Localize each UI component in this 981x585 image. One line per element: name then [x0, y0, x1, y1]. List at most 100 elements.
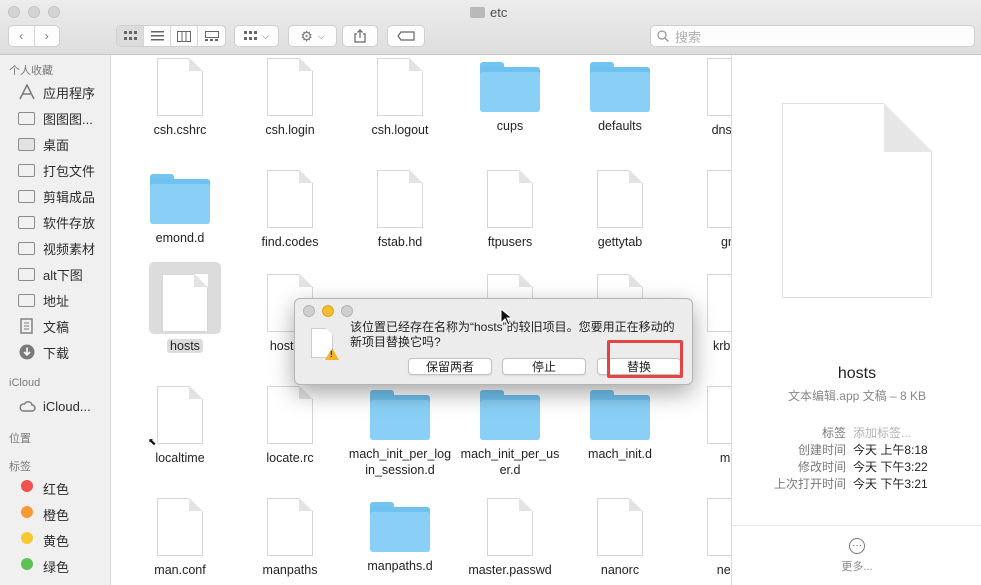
chevron-right-icon: › [44, 29, 49, 43]
sidebar: 个人收藏 应用程序 图图图... 桌面 打包文件 剪辑成品 软件存放 视频素材 [0, 55, 111, 585]
tag-icon [397, 31, 415, 41]
document-icon [707, 170, 731, 228]
dialog-zoom-button[interactable] [341, 305, 353, 317]
folder-item[interactable]: manpaths.d [345, 498, 455, 574]
sidebar-item-folder[interactable]: 剪辑成品 [18, 185, 95, 207]
file-item[interactable]: man.conf [125, 498, 235, 578]
document-icon [267, 58, 313, 116]
file-item[interactable]: fstab.hd [345, 170, 455, 250]
icon-view-icon [123, 31, 137, 40]
window-title: etc [470, 3, 507, 21]
applications-icon [18, 83, 36, 100]
downloads-icon [18, 344, 36, 360]
toolbar: etc ‹ › ⌵ ⚙ ⌵ 搜索 [0, 0, 981, 55]
sidebar-tag-yellow[interactable]: 黄色 [18, 529, 69, 551]
stop-button[interactable]: 停止 [502, 358, 586, 375]
folder-item[interactable]: mach_init_per_login_session.d [345, 386, 455, 478]
folder-item[interactable]: mach_init_per_user.d [455, 386, 565, 478]
column-view-icon [177, 30, 191, 42]
chevron-left-icon: ‹ [19, 29, 24, 43]
document-icon [267, 386, 313, 444]
red-tag-dot-icon [18, 480, 36, 496]
preview-file-kind: 文本编辑.app 文稿 – 8 KB [787, 389, 927, 403]
folder-item[interactable]: defaults [565, 58, 675, 134]
file-item[interactable]: csh.login [235, 58, 345, 138]
sidebar-tag-red[interactable]: 红色 [18, 477, 69, 499]
document-icon [487, 170, 533, 228]
folder-icon [370, 502, 430, 552]
sidebar-item-folder[interactable]: 软件存放 [18, 211, 95, 233]
document-icon [267, 170, 313, 228]
file-item[interactable]: netw [675, 498, 731, 578]
folder-item[interactable]: emond.d [125, 170, 235, 246]
back-button[interactable]: ‹ [9, 26, 35, 46]
dialog-minimize-button[interactable] [322, 305, 334, 317]
mouse-cursor-icon [500, 308, 512, 326]
sidebar-item-icloud-drive[interactable]: iCloud... [18, 395, 91, 417]
folder-item[interactable]: cups [455, 58, 565, 134]
keep-both-button[interactable]: 保留两者 [408, 358, 492, 375]
file-item[interactable]: master.passwd [455, 498, 565, 578]
share-button[interactable] [342, 25, 378, 47]
file-item[interactable]: localtime [125, 386, 235, 466]
dialog-close-button[interactable] [303, 305, 315, 317]
folder-icon [480, 62, 540, 112]
folder-icon [18, 110, 36, 126]
replace-confirmation-dialog: ! 该位置已经存在名称为“hosts”的较旧项目。您要用正在移动的新项目替换它吗… [294, 298, 693, 385]
add-tags-field[interactable]: 添加标签... [853, 424, 911, 441]
sidebar-item-folder[interactable]: 地址 [18, 289, 69, 311]
chevron-down-icon: ⌵ [317, 30, 325, 41]
grid-icon [244, 31, 258, 40]
forward-button[interactable]: › [35, 26, 60, 46]
sidebar-tag-green[interactable]: 绿色 [18, 555, 69, 577]
sidebar-item-documents[interactable]: 文稿 [18, 315, 69, 337]
file-item[interactable]: nanorc [565, 498, 675, 578]
group-by-button[interactable]: ⌵ [234, 25, 279, 47]
sidebar-item-downloads[interactable]: 下载 [18, 341, 69, 363]
minimize-window-button[interactable] [28, 6, 40, 18]
sidebar-item-folder[interactable]: 图图图... [18, 107, 93, 129]
search-field[interactable]: 搜索 [650, 25, 975, 47]
gallery-view-button[interactable] [198, 26, 225, 46]
zoom-window-button[interactable] [48, 6, 60, 18]
file-item-hosts-selected[interactable]: hosts [130, 274, 240, 354]
column-view-button[interactable] [171, 26, 198, 46]
document-icon [162, 274, 208, 332]
document-icon [157, 498, 203, 556]
favorites-header: 个人收藏 [9, 65, 53, 77]
file-item[interactable]: gettytab [565, 170, 675, 250]
folder-item[interactable]: mach_init.d [565, 386, 675, 462]
search-placeholder: 搜索 [675, 29, 702, 45]
file-item[interactable]: dnsext [675, 58, 731, 138]
edit-tags-button[interactable] [387, 25, 425, 47]
icon-view-button[interactable] [117, 26, 144, 46]
file-item[interactable]: csh.logout [345, 58, 455, 138]
file-item[interactable]: ftpusers [455, 170, 565, 250]
file-item[interactable]: manpaths [235, 498, 345, 578]
folder-icon [150, 174, 210, 224]
document-icon [597, 170, 643, 228]
desktop-icon [18, 136, 36, 152]
file-item[interactable]: locate.rc [235, 386, 345, 466]
view-mode-selector [116, 25, 226, 47]
sidebar-item-folder[interactable]: alt下图 [18, 263, 83, 285]
folder-icon [18, 188, 36, 204]
document-icon [597, 498, 643, 556]
list-view-button[interactable] [144, 26, 171, 46]
file-item[interactable]: mai [675, 386, 731, 466]
file-item[interactable]: csh.cshrc [125, 58, 235, 138]
cloud-icon [18, 398, 36, 414]
gallery-view-icon [204, 30, 219, 41]
folder-icon [590, 62, 650, 112]
more-button[interactable]: ··· 更多... [732, 525, 981, 574]
sidebar-item-desktop[interactable]: 桌面 [18, 133, 69, 155]
sidebar-item-folder[interactable]: 打包文件 [18, 159, 95, 181]
sidebar-tag-orange[interactable]: 橙色 [18, 503, 69, 525]
sidebar-item-applications[interactable]: 应用程序 [18, 81, 95, 103]
file-item[interactable]: find.codes [235, 170, 345, 250]
sidebar-item-folder[interactable]: 视频素材 [18, 237, 95, 259]
close-window-button[interactable] [8, 6, 20, 18]
file-item[interactable]: gro [675, 170, 731, 250]
document-preview-icon [782, 103, 932, 298]
action-menu-button[interactable]: ⚙ ⌵ [288, 25, 337, 47]
